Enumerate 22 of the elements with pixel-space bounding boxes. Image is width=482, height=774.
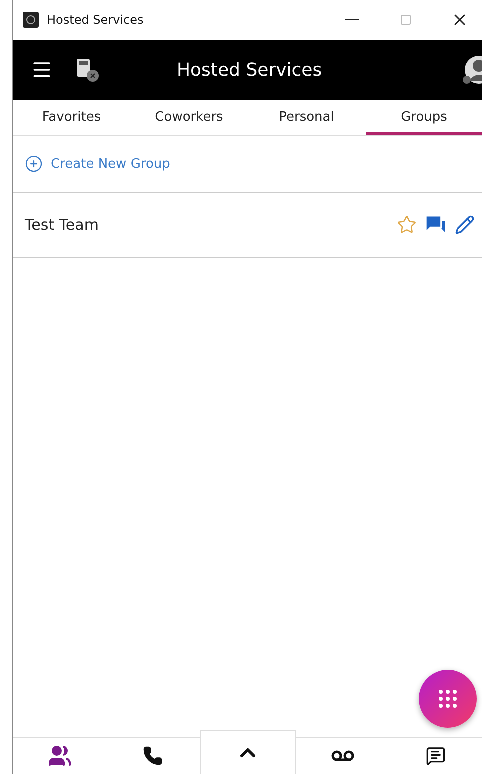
desk-phone-icon[interactable] — [75, 57, 101, 83]
minimize-icon — [345, 19, 359, 21]
group-row[interactable]: Test Team — [13, 193, 482, 258]
app-title: Hosted Services — [177, 60, 322, 80]
star-icon — [397, 215, 417, 235]
pencil-icon — [455, 215, 475, 235]
contacts-tab[interactable]: Personal — [248, 100, 366, 135]
phone-icon — [143, 746, 164, 766]
contacts-tab[interactable]: Coworkers — [130, 100, 248, 135]
plus-circle-icon — [25, 155, 43, 173]
avatar-icon[interactable] — [461, 53, 482, 87]
app-icon — [23, 12, 39, 28]
contacts-tab[interactable]: Groups — [366, 100, 482, 135]
window-title: Hosted Services — [47, 13, 145, 27]
people-icon — [48, 744, 72, 768]
group-name: Test Team — [25, 216, 100, 234]
create-group-link[interactable]: Create New Group — [13, 136, 482, 193]
message-icon — [426, 746, 446, 766]
contacts-tab[interactable]: Favorites — [13, 100, 130, 135]
maximize-icon — [400, 14, 412, 26]
dialpad-button[interactable] — [419, 670, 477, 728]
dialpad-icon — [436, 687, 460, 711]
